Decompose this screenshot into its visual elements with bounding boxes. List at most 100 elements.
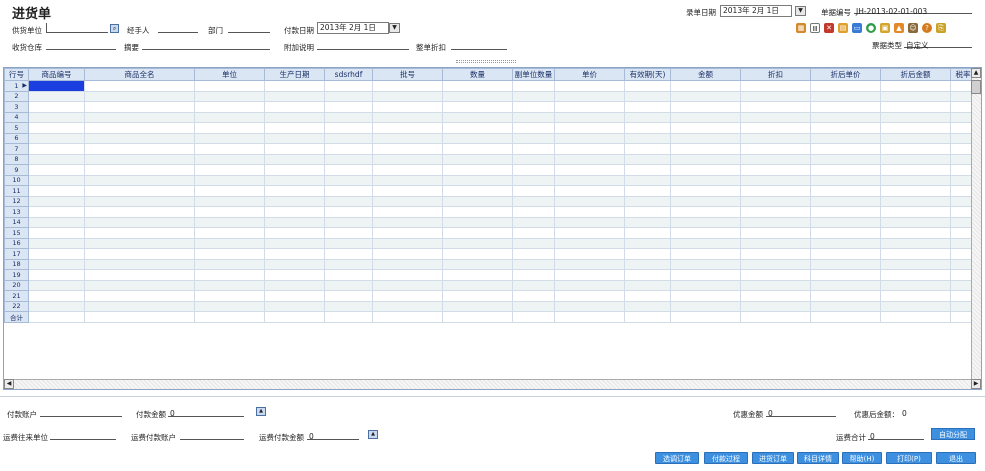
grid-cell[interactable] (740, 122, 811, 134)
grid-cell[interactable] (554, 111, 625, 123)
grid-cell[interactable] (670, 248, 741, 260)
table-row[interactable]: 3 (4, 101, 976, 113)
grid-cell[interactable] (624, 164, 671, 176)
grid-cell[interactable] (740, 248, 811, 260)
grid-cell[interactable] (442, 101, 513, 113)
grid-cell[interactable] (880, 122, 951, 134)
grid-cell[interactable] (194, 258, 265, 270)
grid-cell[interactable] (670, 185, 741, 197)
grid-cell[interactable] (512, 300, 555, 312)
grid-cell[interactable] (28, 132, 85, 144)
grid-cell[interactable] (194, 216, 265, 228)
grid-cell[interactable] (670, 279, 741, 291)
grid-cell[interactable] (554, 269, 625, 281)
grid-cell[interactable] (512, 290, 555, 302)
grid-cell[interactable] (324, 311, 373, 323)
grid-cell[interactable] (84, 195, 195, 207)
freight-unit-input[interactable] (50, 430, 116, 440)
grid-cell[interactable] (372, 216, 443, 228)
grid-cell[interactable] (372, 195, 443, 207)
grid-cell[interactable] (810, 227, 881, 239)
grid-cell[interactable] (84, 290, 195, 302)
grid-cell[interactable] (880, 279, 951, 291)
grid-cell[interactable] (670, 206, 741, 218)
grid-cell[interactable] (264, 279, 325, 291)
grid-cell[interactable] (84, 300, 195, 312)
freight-pay-input[interactable] (307, 430, 359, 440)
grid-cell[interactable] (324, 269, 373, 281)
grid-cell[interactable] (264, 216, 325, 228)
grid-cell[interactable] (372, 122, 443, 134)
grid-cell[interactable] (442, 90, 513, 102)
pay-date-dropdown[interactable]: ▼ (389, 23, 400, 33)
handler-input[interactable] (158, 23, 198, 33)
table-row[interactable]: 17 (4, 248, 976, 260)
grid-cell[interactable] (740, 227, 811, 239)
grid-cell[interactable] (670, 164, 741, 176)
scroll-thumb[interactable] (971, 80, 981, 94)
doc-no-value[interactable]: JH-2013-02-01-003 (856, 7, 927, 16)
grid-cell[interactable] (194, 153, 265, 165)
grid-cell[interactable] (264, 237, 325, 249)
grid-cell[interactable] (810, 132, 881, 144)
grid-cell[interactable] (28, 269, 85, 281)
grid-cell[interactable] (442, 122, 513, 134)
grid-cell[interactable] (372, 237, 443, 249)
grid-cell[interactable] (194, 80, 265, 92)
grid-cell[interactable] (810, 143, 881, 155)
grid-cell[interactable] (84, 111, 195, 123)
grid-cell[interactable] (324, 143, 373, 155)
purchase-order-button[interactable]: 进货订单 (752, 452, 794, 464)
grid-cell[interactable] (740, 101, 811, 113)
grid-cell[interactable] (512, 258, 555, 270)
grid-cell[interactable] (372, 101, 443, 113)
table-row[interactable]: 15 (4, 227, 976, 239)
monitor-icon[interactable]: ▭ (852, 23, 862, 33)
grid-cell[interactable] (264, 290, 325, 302)
auto-allocate-button[interactable]: 自动分配 (931, 428, 975, 440)
grid-cell[interactable] (624, 122, 671, 134)
grid-cell[interactable] (670, 300, 741, 312)
grid-cell[interactable] (28, 111, 85, 123)
grid-cell[interactable] (442, 227, 513, 239)
scroll-left-icon[interactable]: ◀ (4, 379, 14, 389)
grid-cell[interactable] (442, 80, 513, 92)
grid-cell[interactable] (670, 143, 741, 155)
grid-cell[interactable] (264, 269, 325, 281)
grid-cell[interactable] (554, 290, 625, 302)
grid-cell[interactable] (512, 132, 555, 144)
grid-cell[interactable] (624, 90, 671, 102)
grid-cell[interactable] (512, 216, 555, 228)
print-button[interactable]: 打印(P) (886, 452, 932, 464)
grid-cell[interactable] (372, 311, 443, 323)
grid-cell[interactable] (810, 153, 881, 165)
grid-cell[interactable] (28, 216, 85, 228)
grid-cell[interactable] (324, 290, 373, 302)
up-arrow-icon[interactable]: ▲ (894, 23, 904, 33)
grid-cell[interactable] (372, 279, 443, 291)
grid-cell[interactable] (740, 279, 811, 291)
table-row[interactable]: 10 (4, 174, 976, 186)
grid-cell[interactable] (442, 216, 513, 228)
grid-cell[interactable] (740, 143, 811, 155)
grid-cell[interactable] (264, 311, 325, 323)
column-header[interactable]: 生产日期 (264, 68, 325, 81)
grid-cell[interactable] (624, 290, 671, 302)
grid-cell[interactable] (28, 237, 85, 249)
grid-cell[interactable] (810, 101, 881, 113)
grid-cell[interactable] (554, 279, 625, 291)
grid-cell[interactable] (624, 101, 671, 113)
grid-cell[interactable] (324, 90, 373, 102)
grid-cell[interactable] (554, 216, 625, 228)
grid-cell[interactable] (670, 227, 741, 239)
grid-cell[interactable] (194, 311, 265, 323)
grid-cell[interactable] (512, 143, 555, 155)
grid-cell[interactable] (624, 195, 671, 207)
freight-total-input[interactable] (868, 430, 924, 440)
grid-cell[interactable] (880, 132, 951, 144)
grid-cell[interactable] (442, 111, 513, 123)
table-row[interactable]: 21 (4, 290, 976, 302)
grid-cell[interactable] (84, 132, 195, 144)
grid-cell[interactable] (810, 300, 881, 312)
grid-cell[interactable] (84, 206, 195, 218)
